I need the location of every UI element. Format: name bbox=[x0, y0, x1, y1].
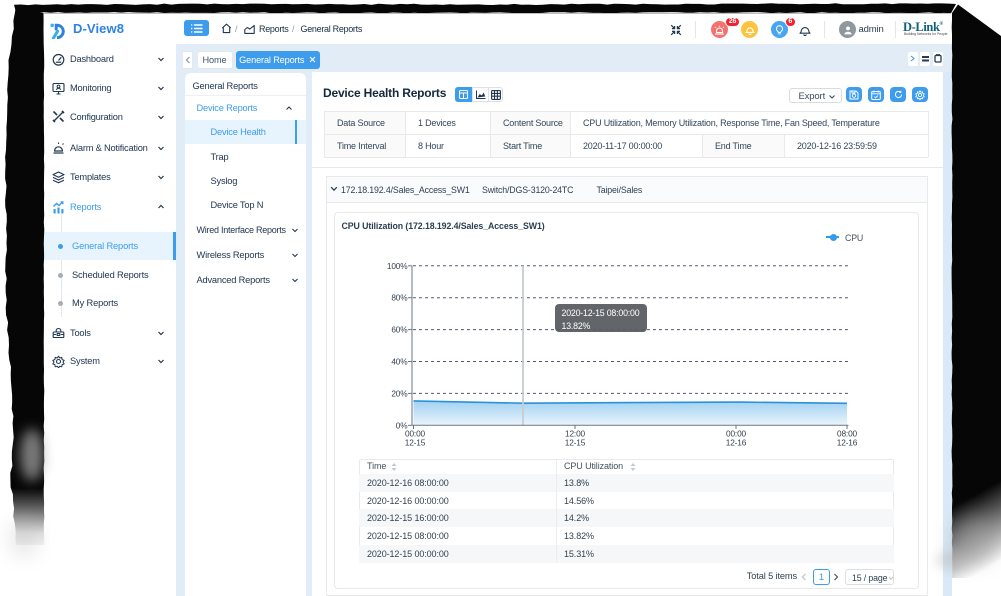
svg-text:40%: 40% bbox=[391, 357, 408, 367]
svg-text:80%: 80% bbox=[391, 293, 408, 303]
svg-text:12-15: 12-15 bbox=[405, 438, 426, 448]
svg-text:12-16: 12-16 bbox=[837, 438, 858, 448]
svg-text:12-16: 12-16 bbox=[726, 438, 747, 448]
svg-text:100%: 100% bbox=[387, 261, 408, 271]
svg-text:20%: 20% bbox=[391, 388, 408, 398]
svg-text:12-15: 12-15 bbox=[565, 438, 586, 448]
svg-text:60%: 60% bbox=[391, 325, 408, 335]
